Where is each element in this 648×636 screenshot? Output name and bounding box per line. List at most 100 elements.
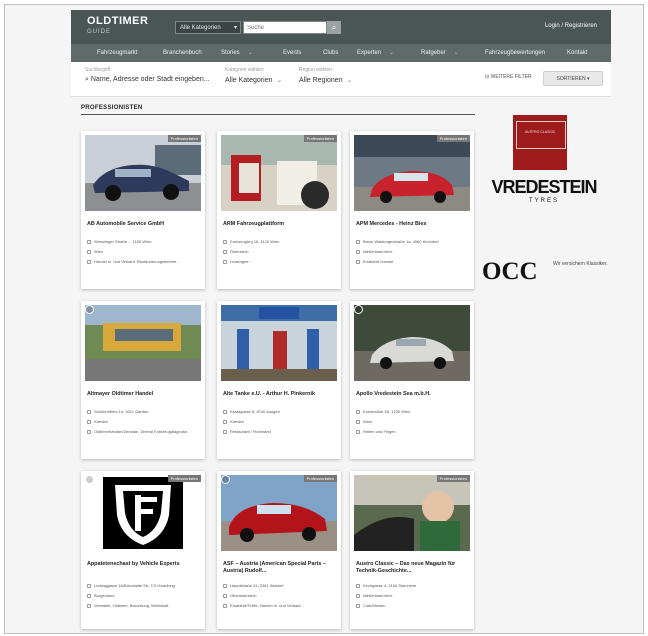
favorite-icon[interactable] [354,305,363,314]
listing-category: Verwaltet, Oldtimer, Bewertung, Werkstat… [87,603,199,608]
filter-category-label: Kategorie wählen [225,67,264,73]
site-logo[interactable]: OLDTIMER GUIDE [87,16,148,37]
tag-icon [223,603,227,608]
listing-region: Wien [87,249,199,254]
category-select[interactable]: Alle Kategorien ▾ [175,21,241,34]
listing-category: Reifen und Felgen [356,429,468,434]
listing-title: Austro Classic – Das neue Magazin für Te… [356,561,456,574]
listing-region: Österreich [223,249,335,254]
listing-card[interactable]: Professionisten AB Automobile Service Gm… [81,131,205,289]
chevron-down-icon: ⌄ [247,50,253,56]
tag-icon [87,259,91,264]
section-divider [81,114,475,115]
region-icon [87,593,91,598]
nav-item-clubs[interactable]: Clubs [323,44,338,62]
listing-card[interactable]: Professionisten ARM Fahrzeugplattform Fa… [217,131,341,289]
listing-image [354,305,470,381]
listing-image [354,135,470,211]
search-input[interactable] [243,21,327,34]
filter-bar: Suchbegriff ⌕ Name, Adresse oder Stadt e… [71,62,611,97]
listing-image [85,305,201,381]
nav-item-branchenbuch[interactable]: Branchenbuch [163,44,202,62]
occ-logo[interactable]: OCC [482,258,538,286]
tag-icon [87,603,91,608]
search-button[interactable]: ⌕ [327,21,341,34]
tag-icon [87,429,91,434]
nav-item-kontakt[interactable]: Kontakt [567,44,587,62]
vredestein-logo[interactable]: VREDESTEIN [481,177,607,198]
listing-card[interactable]: Altmayer Oldtimer Handel Schönrüttlers 1… [81,301,205,459]
listing-category: Leasinghe... [223,259,335,264]
listing-image [221,305,337,381]
listing-card[interactable]: Professionisten ASF – Austria (American … [217,471,341,629]
listing-address: Bruck Waldungerstraße 1a, 4580 Kirchdorf [356,239,468,244]
location-icon [223,583,227,588]
chevron-down-icon: ⌄ [276,77,283,84]
listing-address: Kastagasse 8, 8740 Ausgen [223,409,335,414]
favorite-icon[interactable] [85,475,94,484]
listing-category: Ersatzteil/Teilfix, Handel m. und Verkau… [223,603,335,608]
nav-item-experten[interactable]: Experten ⌄ [357,44,394,62]
favorite-icon[interactable] [85,305,94,314]
listing-region: Niederösterreich [356,593,468,598]
chevron-down-icon: ⌄ [389,50,395,56]
nav-item-events[interactable]: Events [283,44,301,62]
professional-badge: Professionisten [167,135,201,142]
region-icon [356,419,360,424]
listing-card[interactable]: Apollo Vredestein Sea m.b.H. Kolomaßstr … [350,301,474,459]
listing-address: Kolomaßstr 56, 1230 Wien [356,409,468,414]
listing-category: Ersatzteil Handel [356,259,468,264]
tag-icon [356,429,360,434]
nav-item-fahrzeugmarkt[interactable]: Fahrzeugmarkt [97,44,137,62]
filter-category-value: Alle Kategorien [225,77,273,84]
ad-banner-text: AUSTRO CLASSIC [524,130,556,134]
sort-button[interactable]: SORTIEREN ▾ [543,71,603,86]
nav-item-fahrzeugbewertungen[interactable]: Fahrzeugbewertungen [485,44,545,62]
browser-frame: OLDTIMER GUIDE Alle Kategorien ▾ ⌕ Login… [4,4,644,634]
listing-image [221,475,337,551]
listing-category: Oldtimerhändler/Zentrale, Zentral Fahrze… [87,429,199,434]
chevron-down-icon: ⌄ [346,77,353,84]
ad-banner-austro-classic[interactable]: AUSTRO CLASSIC [513,115,567,170]
listing-title: Alte Tanke e.U. - Arthur H. Pinkernik [223,391,315,397]
listing-card[interactable]: Alte Tanke e.U. - Arthur H. Pinkernik Ka… [217,301,341,459]
listing-title: APM Mercedes - Heinz Bies [356,221,427,227]
location-icon [87,409,91,414]
filter-category[interactable]: Kategorie wählen Alle Kategorien ⌄ [225,67,282,84]
filter-search[interactable]: Suchbegriff ⌕ Name, Adresse oder Stadt e… [85,67,210,84]
main-nav: Fahrzeugmarkt Branchenbuch Stories ⌄ Even… [71,44,611,62]
location-icon [356,583,360,588]
listing-card[interactable]: Professionisten APM Mercedes - Heinz Bie… [350,131,474,289]
login-link[interactable]: Login / Registrieren [545,23,597,29]
location-icon [223,409,227,414]
listing-card[interactable]: Professionisten Appatetenschast by Vehic… [81,471,205,629]
listing-title: Altmayer Oldtimer Handel [87,391,154,397]
search-icon: ⌕ [331,23,337,32]
listing-image [221,135,337,211]
listing-title: ASF – Austria (American Special Parts – … [223,561,326,574]
region-icon [356,593,360,598]
filter-region-label: Region wählen [299,67,333,73]
listing-region: Kärnten [87,419,199,424]
location-icon [356,239,360,244]
nav-item-ratgeber[interactable]: Ratgeber ⌄ [421,44,459,62]
listing-card[interactable]: Professionisten Austro Classic – Das neu… [350,471,474,629]
filter-search-label: Suchbegriff [85,67,111,73]
filter-region[interactable]: Region wählen Alle Regionen ⌄ [299,67,352,84]
listing-region: Burgenland [87,593,199,598]
listing-category: Handel m. und Verkauf, Restaurierungsbet… [87,259,199,264]
listing-title: AB Automobile Service GmbH [87,221,165,227]
location-icon [223,239,227,244]
listing-image [354,475,470,551]
tag-icon [223,259,227,264]
favorite-icon[interactable] [221,475,230,484]
listing-region: Wien [356,419,468,424]
more-filters-button[interactable]: ⊟ WEITERE FILTER [485,74,532,80]
listing-title: Apollo Vredestein Sea m.b.H. [356,391,431,397]
nav-item-stories[interactable]: Stories ⌄ [221,44,253,62]
logo-main: OLDTIMER [87,15,149,27]
listing-title: Appatetenschast by Vehicle Experts [87,561,180,567]
listing-address: Kirchgasse 4, 3100 Steinheim [356,583,468,588]
region-icon [356,249,360,254]
location-icon [356,409,360,414]
